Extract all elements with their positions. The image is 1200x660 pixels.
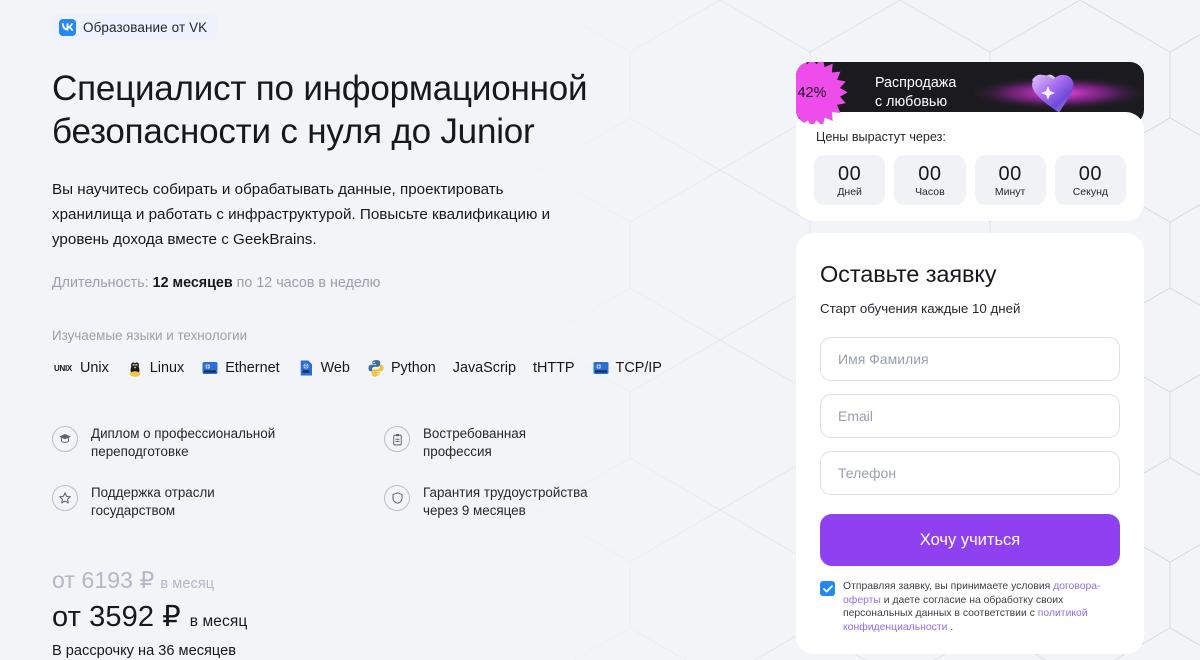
submit-button[interactable]: Хочу учиться — [820, 514, 1120, 566]
feature-employment-guarantee: Гарантия трудоустройства через 9 месяцев — [384, 484, 644, 519]
countdown-seconds: 00 Секунд — [1054, 155, 1126, 205]
price-new-amount: от 3592 ₽ — [52, 601, 181, 633]
course-duration: Длительность: 12 месяцев по 12 часов в н… — [52, 273, 692, 293]
name-input[interactable] — [820, 337, 1120, 381]
tech-item-unix: UNIX Unix — [52, 360, 109, 376]
tech-label: Web — [320, 360, 350, 376]
countdown-days: 00 Дней — [814, 155, 886, 205]
unix-icon: UNIX — [54, 363, 72, 373]
feature-label: Поддержка отрасли государством — [91, 484, 215, 519]
countdown-value: 00 — [998, 163, 1022, 185]
feature-diploma: Диплом о профессиональной переподготовке — [52, 425, 384, 460]
countdown-title: Цены вырастут через: — [816, 130, 946, 144]
page-title: Специалист по информационной безопасност… — [52, 69, 588, 151]
tech-label: tHTTP — [532, 360, 575, 376]
discount-value: 42% — [797, 85, 827, 101]
vk-logo-icon — [59, 18, 76, 36]
installment-note: В рассрочку на 36 месяцев — [52, 643, 236, 659]
countdown-card: Цены вырастут через: 00 Дней 00 Часов 00… — [796, 112, 1144, 221]
tech-item-linux: Linux — [126, 359, 184, 377]
feature-line2: профессия — [423, 443, 492, 459]
feature-label: Гарантия трудоустройства через 9 месяцев — [423, 484, 588, 519]
feature-line2: переподготовке — [91, 443, 189, 459]
countdown-unit: Минут — [994, 186, 1026, 198]
sale-banner-line2: с любовью — [875, 94, 948, 110]
hero-right-column: Распродажа с любовью 42% Цены вырастут ч… — [796, 62, 1144, 655]
duration-label: Длительность: — [52, 275, 149, 291]
linux-tux-icon — [129, 362, 141, 377]
consent-checkbox[interactable] — [820, 581, 835, 596]
duration-rest: по 12 часов в неделю — [236, 275, 381, 291]
graduation-cap-icon — [52, 426, 78, 452]
landing-page: Образование от VK Специалист по информац… — [0, 0, 1200, 660]
feature-label: Диплом о профессиональной переподготовке — [91, 425, 275, 460]
countdown-unit: Часов — [915, 186, 945, 198]
technologies-title: Изучаемые языки и технологии — [52, 328, 248, 343]
vk-education-badge[interactable]: Образование от VK — [52, 14, 219, 40]
feature-line2: через 9 месяцев — [423, 502, 526, 518]
countdown-unit: Дней — [837, 186, 862, 198]
tech-item-tcpip: TCP/IP — [592, 359, 662, 377]
feature-line2: государством — [91, 502, 176, 518]
countdown-value: 00 — [1078, 163, 1102, 185]
feature-line1: Востребованная — [423, 426, 526, 441]
features-grid: Диплом о профессиональной переподготовке… — [52, 425, 692, 519]
price-old-suffix: в месяц — [160, 576, 215, 592]
feature-state-support: Поддержка отрасли государством — [52, 484, 384, 519]
price-old-amount: от 6193 ₽ — [52, 567, 155, 593]
countdown-value: 00 — [918, 163, 942, 185]
tech-label: Python — [390, 360, 436, 376]
consent-row: Отправляя заявку, вы принимаете условия … — [820, 580, 1120, 634]
python-icon — [368, 360, 384, 377]
form-title: Оставьте заявку — [820, 261, 997, 287]
feature-line1: Гарантия трудоустройства — [423, 485, 588, 500]
sale-banner-line1: Распродажа — [875, 75, 957, 91]
tech-item-http: tHTTP — [533, 360, 575, 376]
countdown-row: 00 Дней 00 Часов 00 Минут 00 Секунд — [814, 155, 1126, 205]
tech-label: TCP/IP — [615, 360, 662, 376]
sale-banner-text: Распродажа с любовью — [875, 74, 956, 112]
countdown-hours: 00 Часов — [894, 155, 966, 205]
vk-education-badge-label: Образование от VK — [83, 19, 208, 35]
clipboard-icon — [384, 426, 410, 452]
consent-text-3: . — [947, 621, 954, 633]
star-icon — [52, 485, 78, 511]
technologies-list: UNIX Unix Linux Ethernet Web Python Java… — [52, 359, 692, 377]
countdown-unit: Секунд — [1072, 186, 1109, 198]
feature-label: Востребованная профессия — [423, 425, 526, 460]
tech-item-python: Python — [367, 359, 436, 377]
duration-value: 12 месяцев — [152, 275, 233, 291]
countdown-value: 00 — [838, 163, 862, 185]
ethernet-card-icon — [202, 362, 218, 374]
feature-line1: Диплом о профессиональной — [91, 426, 276, 441]
feature-line1: Поддержка отрасли — [91, 485, 215, 500]
tech-item-ethernet: Ethernet — [201, 359, 280, 377]
tech-label: Linux — [149, 360, 185, 376]
consent-text: Отправляя заявку, вы принимаете условия … — [843, 580, 1120, 634]
tech-label: JavaScrip — [452, 360, 516, 376]
hero-description: Вы научитесь собирать и обрабатывать дан… — [52, 181, 551, 248]
tech-label: Ethernet — [225, 360, 280, 376]
tcpip-card-icon — [593, 362, 609, 374]
form-subtitle: Старт обучения каждые 10 дней — [820, 301, 1021, 316]
lead-form-card: Оставьте заявку Старт обучения каждые 10… — [796, 233, 1144, 655]
tech-item-web: Web — [297, 359, 350, 377]
feature-in-demand: Востребованная профессия — [384, 425, 644, 460]
price-new: от 3592 ₽ в месяц — [52, 599, 692, 634]
phone-input[interactable] — [820, 451, 1120, 495]
price-new-suffix: в месяц — [189, 613, 248, 630]
price-old: от 6193 ₽ в месяц — [52, 567, 692, 594]
tech-item-javascript: JavaScrip — [453, 360, 516, 376]
countdown-minutes: 00 Минут — [974, 155, 1046, 205]
consent-text-1: Отправляя заявку, вы принимаете условия — [843, 581, 1054, 592]
shield-icon — [384, 485, 410, 511]
hero-left-column: Образование от VK Специалист по информац… — [52, 14, 692, 660]
tech-label: Unix — [80, 360, 109, 376]
web-page-icon — [300, 360, 312, 376]
price-block: от 6193 ₽ в месяц от 3592 ₽ в месяц В расс… — [52, 567, 692, 660]
email-input[interactable] — [820, 394, 1120, 438]
